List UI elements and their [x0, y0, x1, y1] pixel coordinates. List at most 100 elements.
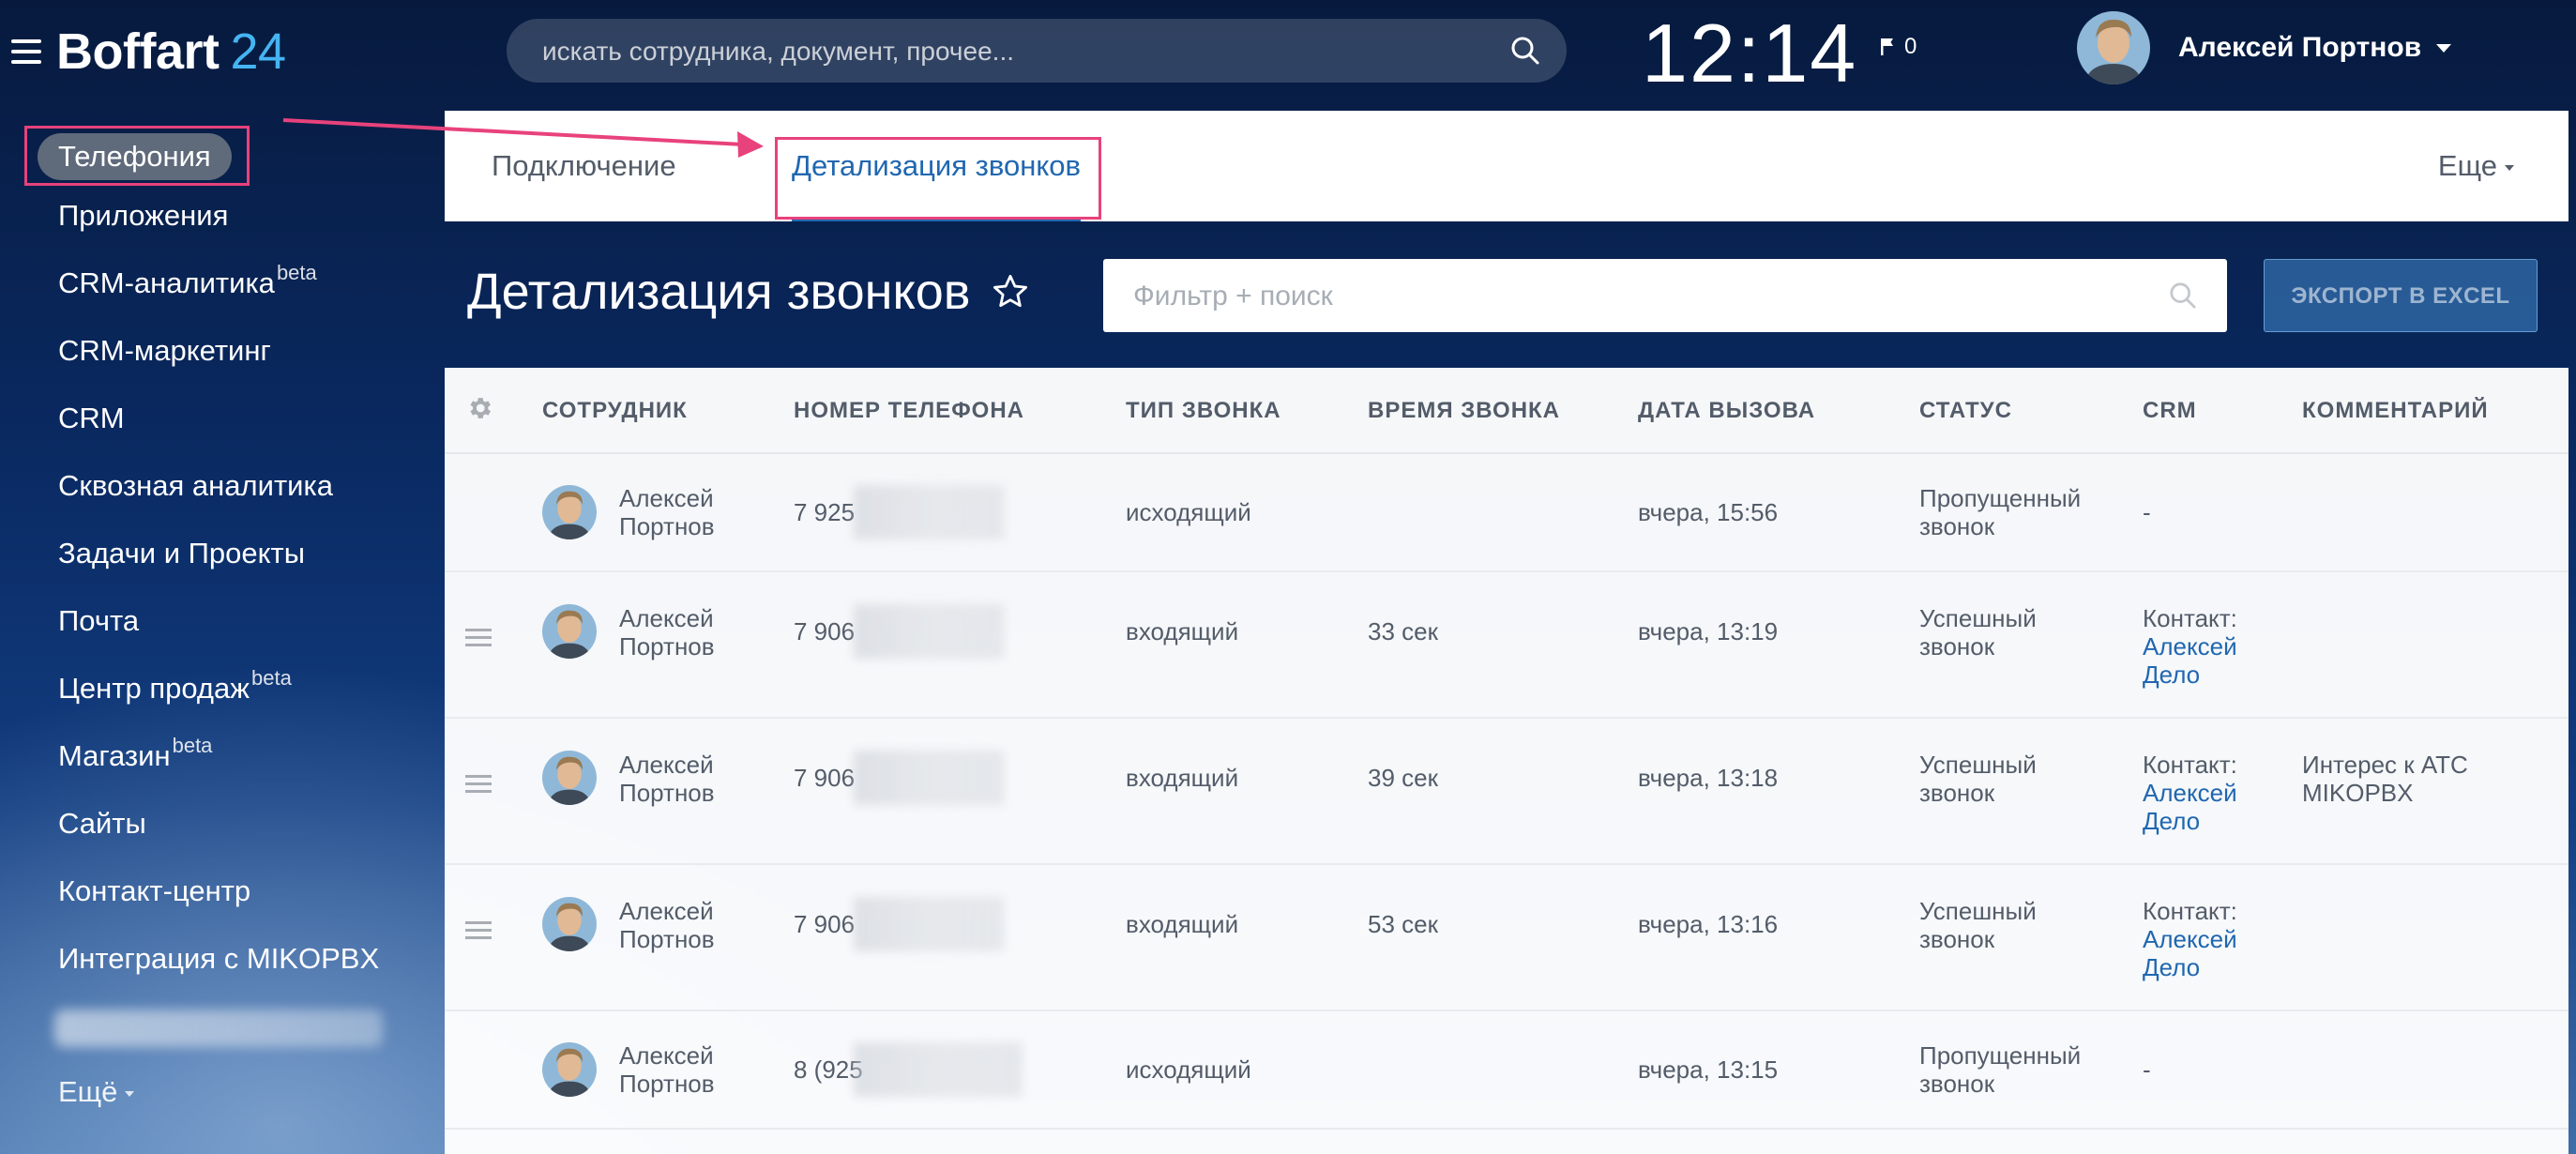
clock[interactable]: 12:14	[1642, 6, 1857, 101]
user-menu[interactable]: Алексей Портнов	[2077, 11, 2452, 84]
filter-search	[1103, 259, 2227, 334]
col-employee[interactable]: СОТРУДНИК	[542, 398, 688, 424]
annotation-arrow	[282, 118, 764, 158]
crm-deal-link[interactable]: Дело	[2143, 661, 2237, 689]
avatar[interactable]	[2077, 11, 2150, 84]
phone-blur	[854, 751, 1004, 805]
call-date: вчера, 13:15	[1638, 1055, 1779, 1084]
sidebar-item-mikopbx[interactable]: Интеграция с MIKOPBX	[58, 942, 381, 976]
col-comment[interactable]: КОММЕНТАРИЙ	[2302, 398, 2489, 424]
crm-entity: Контакт: Алексей Дело	[2143, 897, 2237, 981]
table-row[interactable]: Алексей Портнов 7 906 входящий 33 сек вче…	[445, 572, 2568, 719]
gear-icon[interactable]	[465, 394, 493, 422]
col-status[interactable]: СТАТУС	[1919, 398, 2012, 424]
call-date: вчера, 13:19	[1638, 617, 1779, 645]
crm-deal-link[interactable]: Дело	[2143, 807, 2237, 835]
sidebar-item-sites[interactable]: Сайты	[58, 807, 148, 841]
blurred-item	[54, 1010, 383, 1047]
col-call-duration[interactable]: ВРЕМЯ ЗВОНКА	[1368, 398, 1560, 424]
phone-blur	[854, 485, 1004, 539]
table-row[interactable]: Алексей Портнов 7 906 входящий 53 сек вче…	[445, 865, 2568, 1011]
col-phone[interactable]: НОМЕР ТЕЛЕФОНА	[794, 398, 1024, 424]
beta-badge: beta	[276, 261, 317, 284]
call-comment: Интерес к АТС MIKOPBX	[2302, 751, 2468, 807]
call-type: входящий	[1126, 764, 1239, 792]
sidebar-more[interactable]: Ещё	[58, 1075, 135, 1109]
sidebar-item-crm[interactable]: CRM	[58, 402, 127, 435]
chevron-down-icon	[2505, 164, 2514, 171]
notifications[interactable]: 0	[1880, 34, 1917, 60]
call-duration: 53 сек	[1368, 910, 1438, 938]
phone-number[interactable]: 7 906	[794, 617, 855, 645]
employee-name[interactable]: Алексей Портнов	[619, 1041, 715, 1098]
employee-name[interactable]: Алексей Портнов	[619, 604, 715, 661]
flag-icon	[1881, 38, 1893, 55]
call-status: Пропущенный звонок	[1919, 484, 2082, 540]
chevron-down-icon	[2436, 43, 2452, 53]
table-header: СОТРУДНИК НОМЕР ТЕЛЕФОНА ТИП ЗВОНКА ВРЕМ…	[445, 368, 2568, 454]
avatar[interactable]	[542, 897, 597, 951]
call-status: Успешный звонок	[1919, 751, 2037, 807]
sidebar-item-tasks[interactable]: Задачи и Проекты	[58, 537, 307, 570]
phone-number[interactable]: 8 (925	[794, 1055, 863, 1084]
sidebar-item-sales-center[interactable]: Центр продажbeta	[58, 666, 292, 706]
call-type: входящий	[1126, 617, 1239, 645]
col-crm[interactable]: CRM	[2143, 398, 2197, 424]
crm-contact-link[interactable]: Алексей	[2143, 779, 2237, 807]
phone-number[interactable]: 7 906	[794, 764, 855, 792]
beta-badge: beta	[172, 734, 213, 757]
call-type: исходящий	[1126, 498, 1251, 526]
crm-contact-link[interactable]: Алексей	[2143, 925, 2237, 953]
crm-entity: -	[2143, 498, 2151, 526]
filter-input[interactable]	[1103, 259, 2167, 334]
phone-blur	[854, 1042, 1023, 1097]
page-title: Детализация звонков	[467, 263, 1030, 321]
sidebar-item-crm-marketing[interactable]: CRM-маркетинг	[58, 334, 273, 368]
avatar[interactable]	[542, 751, 597, 805]
call-date: вчера, 13:18	[1638, 764, 1779, 792]
employee-name[interactable]: Алексей Портнов	[619, 751, 715, 807]
call-type: входящий	[1126, 910, 1239, 938]
sidebar-item-shop[interactable]: Магазинbeta	[58, 734, 212, 773]
employee-name[interactable]: Алексей Портнов	[619, 897, 715, 953]
sidebar-item-mail[interactable]: Почта	[58, 604, 141, 638]
employee-name[interactable]: Алексей Портнов	[619, 484, 715, 540]
call-date: вчера, 13:16	[1638, 910, 1779, 938]
sidebar-item-contact-center[interactable]: Контакт-центр	[58, 874, 252, 908]
notification-count: 0	[1904, 34, 1917, 59]
phone-blur	[854, 897, 1004, 951]
tab-more[interactable]: Еще	[2438, 111, 2514, 221]
call-duration: 33 сек	[1368, 617, 1438, 645]
chevron-down-icon	[125, 1090, 135, 1097]
avatar[interactable]	[542, 1042, 597, 1097]
sidebar-item-crm-analytics[interactable]: CRM-аналитикаbeta	[58, 261, 317, 300]
phone-number[interactable]: 7 906	[794, 910, 855, 938]
call-details-table: СОТРУДНИК НОМЕР ТЕЛЕФОНА ТИП ЗВОНКА ВРЕМ…	[445, 368, 2568, 1154]
table-row[interactable]: Алексей Портнов 8 (925 исходящий вчера, 1…	[445, 1011, 2568, 1130]
call-duration: 39 сек	[1368, 764, 1438, 792]
search-icon[interactable]	[2169, 281, 2197, 310]
phone-blur	[854, 604, 1004, 659]
search-icon[interactable]	[1510, 36, 1540, 66]
export-excel-button[interactable]: ЭКСПОРТ В EXCEL	[2264, 259, 2538, 332]
avatar[interactable]	[542, 604, 597, 659]
crm-deal-link[interactable]: Дело	[2143, 953, 2237, 981]
col-call-type[interactable]: ТИП ЗВОНКА	[1126, 398, 1281, 424]
avatar[interactable]	[542, 485, 597, 539]
user-name: Алексей Портнов	[2178, 32, 2422, 63]
crm-entity: Контакт: Алексей Дело	[2143, 751, 2237, 835]
drag-handle-icon[interactable]	[465, 629, 492, 647]
drag-handle-icon[interactable]	[465, 921, 492, 940]
drag-handle-icon[interactable]	[465, 775, 492, 794]
call-type: исходящий	[1126, 1055, 1251, 1084]
beta-badge: beta	[251, 666, 292, 690]
col-call-date[interactable]: ДАТА ВЫЗОВА	[1638, 398, 1815, 424]
star-icon[interactable]	[991, 272, 1030, 311]
table-row[interactable]: Алексей Портнов 7 925 исходящий вчера, 15…	[445, 454, 2568, 572]
crm-entity: -	[2143, 1055, 2151, 1084]
call-status: Успешный звонок	[1919, 897, 2037, 953]
phone-number[interactable]: 7 925	[794, 498, 855, 526]
table-row[interactable]: Алексей Портнов 7 906 входящий 39 сек вче…	[445, 719, 2568, 865]
sidebar-item-analytics[interactable]: Сквозная аналитика	[58, 469, 335, 503]
crm-contact-link[interactable]: Алексей	[2143, 632, 2237, 661]
